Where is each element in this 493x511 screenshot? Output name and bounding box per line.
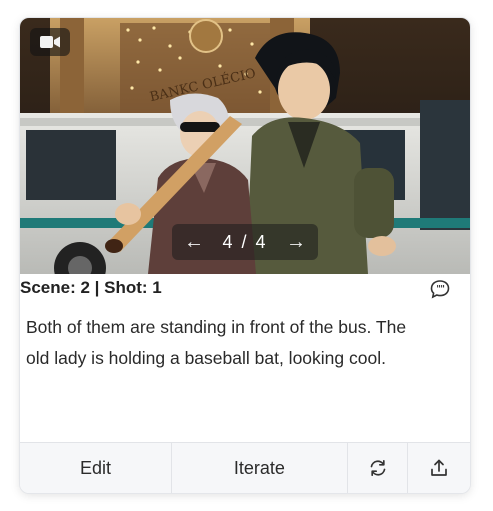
share-button[interactable] (408, 443, 470, 493)
edit-button[interactable]: Edit (20, 443, 172, 493)
iterate-button[interactable]: Iterate (172, 443, 348, 493)
svg-text:": " (440, 285, 445, 295)
image-pager: ← 4 / 4 → (172, 224, 318, 260)
arrow-left-icon[interactable]: ← (184, 232, 204, 252)
regenerate-button[interactable] (348, 443, 409, 493)
image-counter: 4 / 4 (222, 231, 268, 252)
shot-card: BANKC OLÉCIO ← 4 / 4 → (20, 18, 470, 493)
scene-shot-title: Scene: 2 | Shot: 1 (20, 278, 162, 297)
arrow-right-icon[interactable]: → (286, 232, 306, 252)
refresh-icon (370, 459, 385, 477)
shot-description: Both of them are standing in front of th… (26, 317, 407, 368)
video-camera-icon (30, 28, 70, 56)
shot-image[interactable]: BANKC OLÉCIO ← 4 / 4 → (20, 18, 470, 274)
upload-share-icon (431, 459, 448, 476)
speech-bubble-icon[interactable]: " " (430, 279, 450, 299)
action-bar: Edit Iterate (20, 442, 470, 493)
